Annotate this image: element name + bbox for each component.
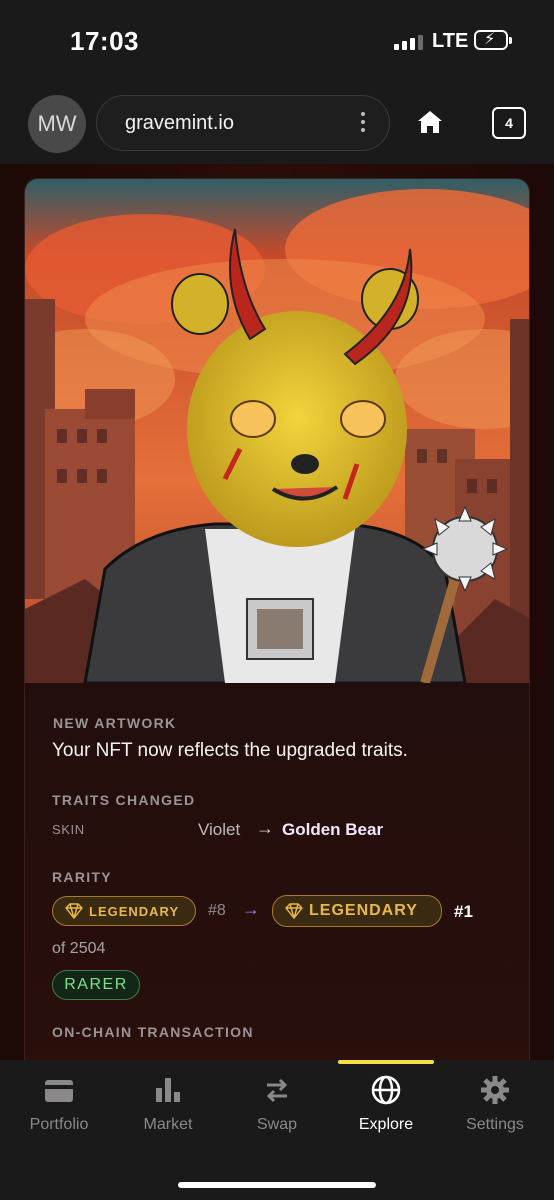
rarity-new-tier: LEGENDARY <box>309 902 418 919</box>
rarity-old-tier: LEGENDARY <box>89 903 180 919</box>
nav-item-portfolio[interactable]: Portfolio <box>4 1074 114 1134</box>
status-bar: 17:03 LTE ⚡ <box>0 0 554 80</box>
nav-label: Settings <box>466 1116 524 1133</box>
bottom-navigation: Portfolio Market Swap Explore Settings <box>0 1060 554 1200</box>
cellular-signal-icon <box>394 34 423 50</box>
rarity-old-rank: #8 <box>208 902 226 919</box>
nav-item-settings[interactable]: Settings <box>440 1074 550 1134</box>
artwork-message: Your NFT now reflects the upgraded trait… <box>52 740 408 761</box>
rarity-total-count: of 2504 <box>52 940 106 957</box>
nft-card-details: Your NFT now reflects the upgraded trait… <box>24 178 530 1060</box>
nav-label: Portfolio <box>29 1116 89 1133</box>
profile-avatar[interactable]: MW <box>28 95 86 153</box>
active-tab-indicator <box>338 1060 434 1064</box>
trait-change-arrow-icon: → <box>256 818 274 838</box>
trait-name: SKIN <box>52 822 85 837</box>
network-type: LTE <box>432 30 469 52</box>
nav-item-explore[interactable]: Explore <box>331 1074 441 1134</box>
status-time: 17:03 <box>70 26 139 56</box>
diamond-icon <box>65 903 83 919</box>
address-bar[interactable]: gravemint.io <box>96 95 390 151</box>
nav-item-market[interactable]: Market <box>113 1074 223 1134</box>
bar-chart-icon <box>156 1078 180 1102</box>
rarer-badge: RARER <box>52 970 140 1000</box>
trait-new-value: Golden Bear <box>282 820 384 839</box>
on-chain-transaction-label: ON-CHAIN TRANSACTION <box>52 1024 254 1040</box>
nav-item-swap[interactable]: Swap <box>222 1074 332 1134</box>
home-icon[interactable] <box>416 108 444 136</box>
traits-changed-label: TRAITS CHANGED <box>52 792 196 808</box>
tabs-count-button[interactable]: 4 <box>492 107 526 139</box>
rarity-old-badge: LEGENDARY <box>52 896 196 926</box>
home-indicator[interactable] <box>178 1182 376 1188</box>
rarity-new-rank: #1 <box>454 902 473 921</box>
wallet-icon <box>45 1080 73 1102</box>
rarity-label: RARITY <box>52 869 112 885</box>
nav-label: Market <box>143 1116 193 1133</box>
trait-old-value: Violet <box>198 820 241 839</box>
address-bar-url: gravemint.io <box>125 112 234 134</box>
nav-label: Swap <box>256 1116 298 1133</box>
diamond-icon <box>285 903 303 919</box>
swap-arrows-icon <box>266 1078 288 1103</box>
battery-charging-icon: ⚡ <box>474 30 512 50</box>
browser-header: MW gravemint.io 4 <box>0 80 554 164</box>
globe-icon <box>371 1075 401 1105</box>
more-options-icon[interactable] <box>361 112 367 136</box>
gear-icon <box>481 1076 509 1104</box>
rarity-new-badge: LEGENDARY <box>272 895 442 927</box>
rarity-change-arrow-icon: → <box>242 899 260 919</box>
nav-label: Explore <box>358 1116 414 1133</box>
